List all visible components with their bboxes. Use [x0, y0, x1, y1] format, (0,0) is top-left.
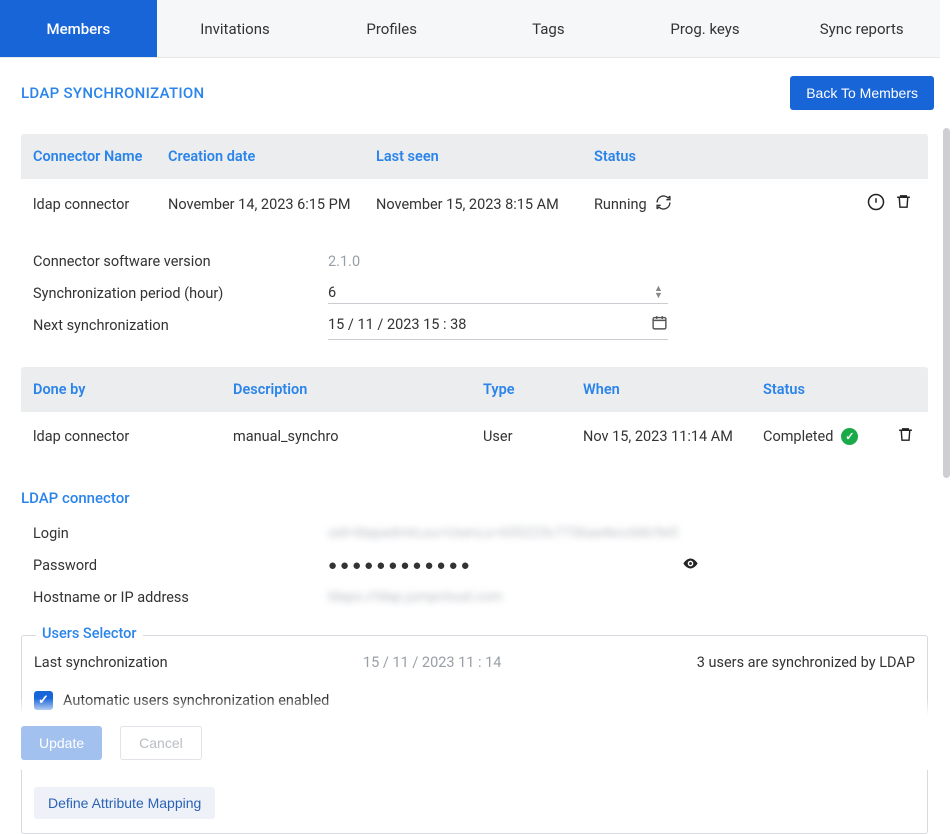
tab-invitations[interactable]: Invitations	[157, 0, 314, 57]
version-label: Connector software version	[33, 253, 328, 270]
connector-seen: November 15, 2023 8:15 AM	[376, 196, 594, 213]
password-label: Password	[33, 557, 328, 574]
login-field[interactable]: uid=ldapadmin,ou=Users,o=655223c7736aa4e…	[328, 523, 668, 543]
hostname-label: Hostname or IP address	[33, 589, 328, 606]
job-status: Completed	[763, 428, 833, 445]
col-when[interactable]: When	[583, 381, 763, 398]
sync-icon[interactable]	[655, 194, 672, 215]
version-value: 2.1.0	[328, 253, 916, 270]
alert-icon[interactable]	[867, 193, 885, 215]
connector-row: ldap connector November 14, 2023 6:15 PM…	[21, 179, 928, 229]
success-icon	[841, 428, 858, 445]
tab-prog-keys[interactable]: Prog. keys	[627, 0, 784, 57]
col-description[interactable]: Description	[233, 381, 483, 398]
job-when: Nov 15, 2023 11:14 AM	[583, 428, 763, 445]
next-sync-input[interactable]: 15 / 11 / 2023 15 : 38	[328, 310, 668, 340]
calendar-icon[interactable]	[651, 314, 668, 335]
col-creation-date[interactable]: Creation date	[168, 148, 376, 165]
col-done-by[interactable]: Done by	[33, 381, 233, 398]
back-to-members-button[interactable]: Back To Members	[790, 76, 934, 110]
define-attribute-mapping-button[interactable]: Define Attribute Mapping	[34, 787, 215, 819]
scrollbar[interactable]	[943, 128, 950, 478]
next-sync-label: Next synchronization	[33, 317, 328, 334]
delete-connector-icon[interactable]	[895, 193, 912, 215]
tab-tags[interactable]: Tags	[470, 0, 627, 57]
update-button[interactable]: Update	[21, 726, 102, 760]
job-type: User	[483, 428, 583, 445]
tab-profiles[interactable]: Profiles	[313, 0, 470, 57]
ldap-connector-title: LDAP connector	[21, 489, 928, 507]
connector-status: Running	[594, 196, 647, 213]
col-job-status[interactable]: Status	[763, 381, 873, 398]
password-field[interactable]: ●●●●●●●●●●●●	[328, 554, 668, 576]
next-sync-value: 15 / 11 / 2023 15 : 38	[328, 316, 466, 333]
job-done-by: ldap connector	[33, 428, 233, 445]
cancel-button[interactable]: Cancel	[120, 726, 202, 760]
connector-name: ldap connector	[33, 196, 168, 213]
period-label: Synchronization period (hour)	[33, 285, 328, 302]
connector-table-header: Connector Name Creation date Last seen S…	[21, 134, 928, 179]
period-value: 6	[328, 284, 336, 301]
jobs-table-header: Done by Description Type When Status	[21, 367, 928, 412]
last-sync-label: Last synchronization	[34, 654, 168, 671]
last-sync-value: 15 / 11 / 2023 11 : 14	[363, 654, 501, 671]
tab-members[interactable]: Members	[0, 0, 157, 57]
page-title: LDAP SYNCHRONIZATION	[21, 84, 205, 102]
delete-job-icon[interactable]	[897, 426, 914, 447]
users-selector-legend: Users Selector	[36, 625, 143, 642]
tab-sync-reports[interactable]: Sync reports	[783, 0, 940, 57]
job-row: ldap connector manual_synchro User Nov 1…	[21, 412, 928, 461]
login-label: Login	[33, 525, 328, 542]
period-input[interactable]: 6 ▲▼	[328, 282, 668, 304]
col-last-seen[interactable]: Last seen	[376, 148, 594, 165]
col-type[interactable]: Type	[483, 381, 583, 398]
col-status[interactable]: Status	[594, 148, 854, 165]
stepper-icon[interactable]: ▲▼	[654, 286, 668, 300]
show-password-icon[interactable]	[682, 555, 699, 576]
job-description: manual_synchro	[233, 428, 483, 445]
col-connector-name[interactable]: Connector Name	[33, 148, 168, 165]
connector-date: November 14, 2023 6:15 PM	[168, 196, 376, 213]
hostname-field[interactable]: ldaps://ldap.jumpcloud.com	[328, 587, 668, 607]
sync-count-text: 3 users are synchronized by LDAP	[697, 654, 915, 671]
